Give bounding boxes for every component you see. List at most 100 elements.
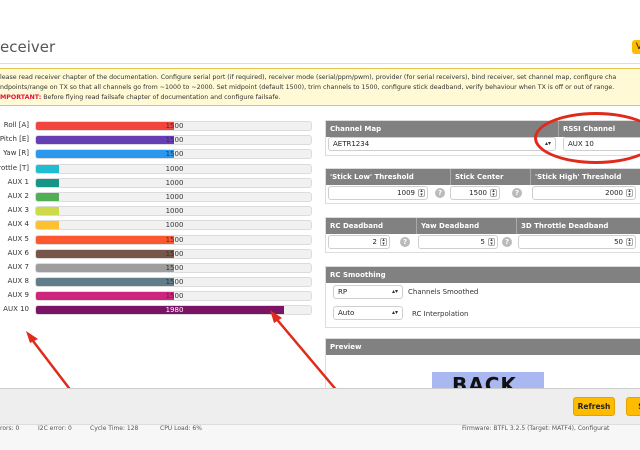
channel-label: Roll [A] — [3, 121, 29, 129]
status-cpu: CPU Load: 6% — [160, 425, 202, 432]
channel-bars: Roll [A] 1500 Pitch [E] 1500 Yaw [R] 1500 rott… — [0, 119, 314, 318]
stick-low-input[interactable]: 1009 ▴ ▾ — [328, 186, 428, 200]
status-bar: rors: 0 I2C error: 0 Cycle Time: 128 CPU… — [0, 424, 640, 450]
annotation-arrow-left — [29, 336, 73, 393]
channel-value: 1500 — [165, 150, 184, 159]
rssi-channel-value: AUX 10 — [568, 140, 594, 148]
stick-center-title: Stick Center — [455, 173, 504, 181]
updown-icon: ▴▾ — [391, 309, 398, 316]
channel-map-input[interactable]: AETR1234 ▴▾ — [328, 137, 556, 151]
status-errors: rors: 0 — [0, 425, 20, 432]
bottom-toolbar: Refresh S — [0, 388, 640, 424]
wiki-button[interactable]: V — [632, 40, 640, 54]
channel-label: AUX 10 — [3, 305, 29, 314]
channel-meter: 1500 — [35, 121, 312, 131]
notice-line-1: lease read receiver chapter of the docum… — [0, 74, 617, 81]
channel-row: AUX 6 1500 — [0, 247, 314, 261]
channel-value: 1000 — [165, 221, 184, 230]
rc-deadband-value: 2 — [372, 238, 377, 246]
notice-line-2: ndpoints/range on TX so that all channel… — [0, 84, 615, 91]
throttle-deadband-input[interactable]: 50 ▴ ▾ — [518, 235, 636, 249]
rc-interpolation-select[interactable]: Auto ▴▾ — [333, 306, 403, 320]
spinner-icon[interactable]: ▴ ▾ — [490, 189, 497, 197]
channel-label: AUX 9 — [7, 291, 29, 300]
stick-high-value: 2000 — [605, 189, 623, 197]
channel-row: AUX 1 1000 — [0, 176, 314, 190]
stick-high-header: 'Stick High' Threshold — [530, 169, 640, 185]
rc-interpolation-label: RC Interpolation — [412, 310, 469, 318]
notice-important-label: MPORTANT: — [0, 94, 42, 101]
updown-icon: ▴▾ — [544, 140, 551, 147]
channel-row: AUX 8 1500 — [0, 275, 314, 289]
channel-value: 1500 — [165, 249, 184, 258]
rc-smoothing-header: RC Smoothing — [326, 267, 640, 283]
refresh-button[interactable]: Refresh — [573, 397, 615, 416]
status-firmware: Firmware: BTFL 3.2.5 (Target: MATF4), Co… — [462, 425, 610, 432]
channel-row: Roll [A] 1500 — [0, 119, 314, 133]
stick-center-input[interactable]: 1500 ▴ ▾ — [450, 186, 500, 200]
channel-row: AUX 7 1500 — [0, 261, 314, 275]
updown-icon: ▴▾ — [391, 288, 398, 295]
annotation-arrowhead-left — [26, 331, 38, 343]
channel-meter: 1000 — [35, 163, 312, 174]
channel-label: AUX 3 — [7, 206, 29, 215]
stick-high-input[interactable]: 2000 ▴ ▾ — [532, 186, 636, 200]
channel-label: AUX 8 — [7, 277, 29, 286]
yaw-deadband-header: Yaw Deadband — [416, 218, 516, 234]
channel-meter: 1000 — [35, 177, 312, 188]
rc-interpolation-value: Auto — [338, 309, 355, 317]
channels-smoothed-label: Channels Smoothed — [408, 288, 479, 296]
preview-title: Preview — [330, 343, 362, 351]
channel-row: AUX 10 1980 — [0, 303, 314, 317]
stick-center-header: Stick Center — [450, 169, 530, 185]
channel-value: 1500 — [165, 278, 184, 287]
stick-low-title: 'Stick Low' Threshold — [330, 173, 414, 181]
channel-row: AUX 3 1000 — [0, 204, 314, 218]
spinner-icon[interactable]: ▴ ▾ — [626, 238, 633, 246]
spinner-icon[interactable]: ▴ ▾ — [488, 238, 495, 246]
channel-value: 1000 — [165, 207, 184, 216]
stick-high-title: 'Stick High' Threshold — [535, 173, 622, 181]
channel-meter: 1980 — [35, 305, 312, 316]
spinner-icon[interactable]: ▴ ▾ — [418, 189, 425, 197]
channel-value: 1500 — [165, 122, 184, 130]
stick-center-value: 1500 — [469, 189, 487, 197]
yaw-deadband-title: Yaw Deadband — [421, 222, 480, 230]
channel-map-title: Channel Map — [330, 125, 382, 133]
channel-label: Yaw [R] — [3, 149, 29, 158]
channels-smoothed-value: RP — [338, 288, 348, 296]
save-button[interactable]: S — [626, 397, 640, 416]
channel-value: 1500 — [165, 292, 184, 301]
receiver-notice: lease read receiver chapter of the docum… — [0, 68, 640, 106]
channel-row: rottle [T] 1000 — [0, 162, 314, 176]
channel-meter: 1500 — [35, 262, 312, 273]
help-icon[interactable]: ? — [512, 188, 522, 198]
channel-meter: 1000 — [35, 206, 312, 217]
channel-label: AUX 1 — [7, 177, 29, 186]
spinner-icon[interactable]: ▴ ▾ — [380, 238, 387, 246]
channels-smoothed-select[interactable]: RP ▴▾ — [333, 285, 403, 299]
channel-row: Pitch [E] 1500 — [0, 133, 314, 147]
help-icon[interactable]: ? — [400, 237, 410, 247]
throttle-deadband-header: 3D Throttle Deadband — [516, 218, 640, 234]
throttle-deadband-title: 3D Throttle Deadband — [521, 222, 609, 230]
channel-map-value: AETR1234 — [333, 140, 370, 148]
notice-important-text: Before flying read failsafe chapter of d… — [41, 94, 281, 101]
rssi-channel-title: RSSI Channel — [563, 125, 616, 133]
channel-label: AUX 7 — [7, 262, 29, 271]
channel-label: AUX 6 — [7, 248, 29, 257]
channel-label: rottle [T] — [0, 163, 29, 172]
yaw-deadband-value: 5 — [480, 238, 485, 246]
channel-value: 1000 — [165, 164, 184, 173]
channel-meter: 1500 — [35, 135, 312, 146]
channel-row: AUX 2 1000 — [0, 190, 314, 204]
channel-value: 1000 — [165, 192, 184, 201]
yaw-deadband-input[interactable]: 5 ▴ ▾ — [418, 235, 498, 249]
spinner-icon[interactable]: ▴ ▾ — [626, 189, 633, 197]
help-icon[interactable]: ? — [502, 237, 512, 247]
rssi-channel-select[interactable]: AUX 10 — [563, 137, 640, 151]
channel-meter: 1500 — [35, 248, 312, 259]
help-icon[interactable]: ? — [435, 188, 445, 198]
channel-row: Yaw [R] 1500 — [0, 147, 314, 161]
rc-deadband-input[interactable]: 2 ▴ ▾ — [328, 235, 390, 249]
